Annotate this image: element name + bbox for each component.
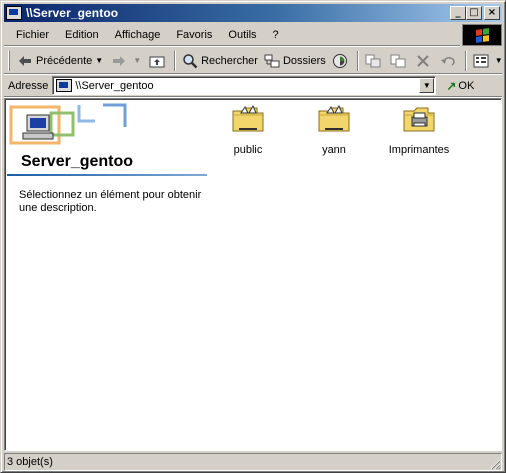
toolbar-grip[interactable] [8, 50, 10, 71]
standard-toolbar: Précédente ▼ ▼ Rechercher Dossiers ▼ [4, 48, 503, 74]
go-label: OK [458, 79, 475, 92]
panel-divider [7, 174, 207, 176]
back-arrow-icon [17, 53, 33, 69]
address-input[interactable]: \\Server_gentoo ▼ [52, 76, 437, 95]
move-to-icon [365, 53, 381, 69]
minimize-button[interactable]: _ [450, 6, 466, 20]
window-title: \\Server_gentoo [26, 6, 119, 20]
back-button[interactable]: Précédente ▼ [14, 50, 108, 72]
folder-view[interactable]: Server_gentoo Sélectionnez un élément po… [4, 98, 502, 451]
computer-icon [56, 79, 73, 92]
address-bar: Adresse \\Server_gentoo ▼ ↗ OK [4, 75, 502, 97]
folders-tree-icon [264, 53, 280, 69]
webview-panel: Server_gentoo Sélectionnez un élément po… [7, 101, 207, 341]
toolbar-separator [356, 50, 359, 71]
status-text: 3 objet(s) [4, 453, 502, 471]
folders-label: Dossiers [282, 54, 326, 67]
menu-edition[interactable]: Edition [57, 26, 107, 44]
shared-folder-icon [318, 104, 350, 132]
menu-bar: Fichier Edition Affichage Favoris Outils… [4, 24, 460, 46]
list-item[interactable]: public [208, 103, 288, 156]
views-dropdown-icon[interactable]: ▼ [495, 56, 503, 65]
menu-help[interactable]: ? [265, 26, 287, 44]
address-dropdown-icon[interactable]: ▼ [419, 78, 435, 93]
panel-title: Server_gentoo [21, 153, 134, 170]
status-bar: 3 objet(s) [4, 453, 502, 471]
folders-button[interactable]: Dossiers [261, 50, 329, 72]
maximize-button[interactable]: □ [466, 6, 482, 20]
item-label: yann [322, 144, 346, 156]
back-dropdown-icon[interactable]: ▼ [95, 56, 103, 65]
undo-icon [440, 53, 456, 69]
toolbar-separator [464, 50, 467, 71]
toolbar-separator [174, 50, 177, 71]
views-icon [473, 53, 489, 69]
shared-folder-icon [232, 104, 264, 132]
explorer-window: \\Server_gentoo _ □ × Fichier Edition Af… [0, 0, 506, 473]
panel-description: Sélectionnez un élément pour obtenir une… [19, 189, 202, 214]
menu-outils[interactable]: Outils [220, 26, 264, 44]
delete-icon [415, 53, 431, 69]
folder-up-icon [149, 53, 165, 69]
undo-button[interactable] [437, 50, 462, 72]
menu-fichier[interactable]: Fichier [8, 26, 57, 44]
item-label: public [233, 144, 263, 156]
history-icon [332, 53, 348, 69]
item-label: Imprimantes [388, 144, 450, 156]
back-label: Précédente [36, 54, 93, 67]
resize-grip-icon[interactable] [489, 458, 501, 470]
move-to-button[interactable] [362, 50, 387, 72]
list-item[interactable]: yann [294, 103, 374, 156]
delete-button[interactable] [412, 50, 437, 72]
menu-favoris[interactable]: Favoris [168, 26, 220, 44]
window-controls: _ □ × [450, 6, 500, 20]
copy-to-icon [390, 53, 406, 69]
address-label: Adresse [8, 79, 49, 92]
views-button[interactable]: ▼ [470, 50, 506, 72]
history-button[interactable] [329, 50, 354, 72]
computer-icon[interactable] [6, 6, 22, 20]
close-button[interactable]: × [484, 6, 500, 20]
search-label: Rechercher [201, 54, 258, 67]
network-computer-banner-icon [9, 103, 127, 145]
search-icon [182, 53, 198, 69]
printers-folder-icon [403, 107, 435, 132]
title-bar[interactable]: \\Server_gentoo _ □ × [4, 4, 502, 22]
forward-arrow-icon [111, 53, 127, 69]
menu-affichage[interactable]: Affichage [107, 26, 169, 44]
forward-button[interactable]: ▼ [108, 50, 146, 72]
search-button[interactable]: Rechercher [179, 50, 261, 72]
forward-dropdown-icon[interactable]: ▼ [133, 56, 141, 65]
windows-logo-icon [462, 24, 502, 46]
go-button[interactable]: ↗ OK [446, 79, 474, 93]
address-value[interactable]: \\Server_gentoo [75, 80, 153, 92]
up-button[interactable] [146, 50, 171, 72]
go-arrow-icon: ↗ [446, 78, 457, 93]
copy-to-button[interactable] [387, 50, 412, 72]
list-item[interactable]: Imprimantes [379, 103, 459, 156]
